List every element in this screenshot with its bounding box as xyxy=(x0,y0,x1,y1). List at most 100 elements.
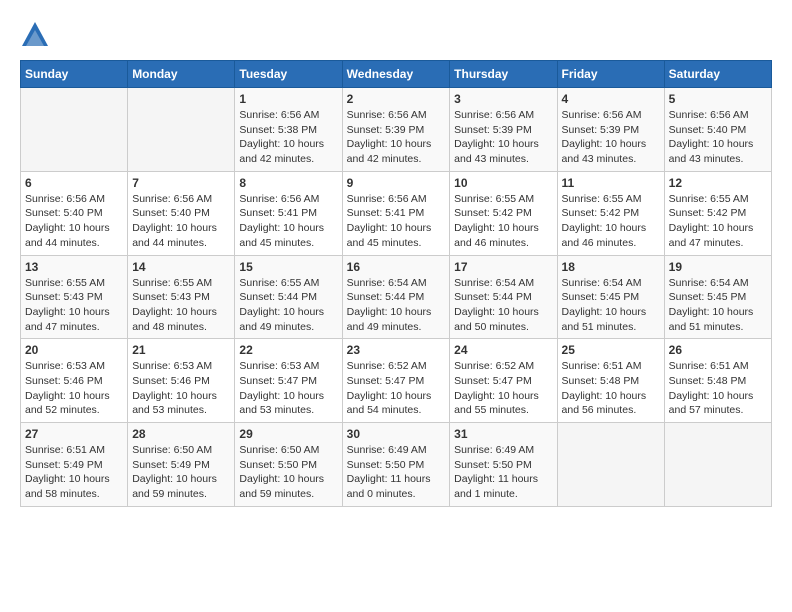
day-number: 13 xyxy=(25,260,123,274)
calendar-cell: 14 Sunrise: 6:55 AM Sunset: 5:43 PM Dayli… xyxy=(128,255,235,339)
day-number: 4 xyxy=(562,92,660,106)
day-info: Sunrise: 6:52 AM Sunset: 5:47 PM Dayligh… xyxy=(347,359,446,418)
day-info: Sunrise: 6:49 AM Sunset: 5:50 PM Dayligh… xyxy=(454,443,552,502)
calendar-cell: 5Sunrise: 6:56 AM Sunset: 5:40 PM Daylig… xyxy=(664,88,771,172)
calendar-cell: 29Sunrise: 6:50 AM Sunset: 5:50 PM Dayli… xyxy=(235,423,342,507)
calendar-cell: 6 Sunrise: 6:56 AM Sunset: 5:40 PM Daylig… xyxy=(21,171,128,255)
day-info: Sunrise: 6:51 AM Sunset: 5:48 PM Dayligh… xyxy=(669,359,767,418)
day-number: 19 xyxy=(669,260,767,274)
day-info: Sunrise: 6:56 AM Sunset: 5:40 PM Dayligh… xyxy=(132,192,230,251)
calendar-cell: 24 Sunrise: 6:52 AM Sunset: 5:47 PM Dayli… xyxy=(450,339,557,423)
calendar-cell: 31 Sunrise: 6:49 AM Sunset: 5:50 PM Dayli… xyxy=(450,423,557,507)
calendar-cell: 20 Sunrise: 6:53 AM Sunset: 5:46 PM Dayli… xyxy=(21,339,128,423)
day-number: 3 xyxy=(454,92,552,106)
weekday-header-tuesday: Tuesday xyxy=(235,61,342,88)
day-number: 27 xyxy=(25,427,123,441)
day-number: 28 xyxy=(132,427,230,441)
day-info: Sunrise: 6:56 AM Sunset: 5:39 PM Dayligh… xyxy=(347,108,446,167)
day-number: 16 xyxy=(347,260,446,274)
day-info: Sunrise: 6:51 AM Sunset: 5:49 PM Dayligh… xyxy=(25,443,123,502)
weekday-header-wednesday: Wednesday xyxy=(342,61,450,88)
logo xyxy=(20,20,54,50)
day-number: 6 xyxy=(25,176,123,190)
day-info: Sunrise: 6:56 AM Sunset: 5:41 PM Dayligh… xyxy=(239,192,337,251)
calendar-cell: 8 Sunrise: 6:56 AM Sunset: 5:41 PM Daylig… xyxy=(235,171,342,255)
day-number: 12 xyxy=(669,176,767,190)
logo-icon xyxy=(20,20,50,50)
day-info: Sunrise: 6:55 AM Sunset: 5:44 PM Dayligh… xyxy=(239,276,337,335)
calendar-cell: 25Sunrise: 6:51 AM Sunset: 5:48 PM Dayli… xyxy=(557,339,664,423)
day-info: Sunrise: 6:49 AM Sunset: 5:50 PM Dayligh… xyxy=(347,443,446,502)
day-number: 25 xyxy=(562,343,660,357)
calendar-cell: 30Sunrise: 6:49 AM Sunset: 5:50 PM Dayli… xyxy=(342,423,450,507)
week-row: 6 Sunrise: 6:56 AM Sunset: 5:40 PM Daylig… xyxy=(21,171,772,255)
day-info: Sunrise: 6:53 AM Sunset: 5:47 PM Dayligh… xyxy=(239,359,337,418)
day-info: Sunrise: 6:55 AM Sunset: 5:42 PM Dayligh… xyxy=(562,192,660,251)
day-number: 24 xyxy=(454,343,552,357)
calendar-cell xyxy=(557,423,664,507)
week-row: 13 Sunrise: 6:55 AM Sunset: 5:43 PM Dayli… xyxy=(21,255,772,339)
day-info: Sunrise: 6:56 AM Sunset: 5:40 PM Dayligh… xyxy=(25,192,123,251)
day-info: Sunrise: 6:54 AM Sunset: 5:44 PM Dayligh… xyxy=(347,276,446,335)
day-number: 8 xyxy=(239,176,337,190)
day-number: 23 xyxy=(347,343,446,357)
week-row: 1Sunrise: 6:56 AM Sunset: 5:38 PM Daylig… xyxy=(21,88,772,172)
day-number: 20 xyxy=(25,343,123,357)
day-number: 29 xyxy=(239,427,337,441)
day-number: 18 xyxy=(562,260,660,274)
day-number: 31 xyxy=(454,427,552,441)
day-info: Sunrise: 6:55 AM Sunset: 5:43 PM Dayligh… xyxy=(132,276,230,335)
day-info: Sunrise: 6:53 AM Sunset: 5:46 PM Dayligh… xyxy=(132,359,230,418)
week-row: 20 Sunrise: 6:53 AM Sunset: 5:46 PM Dayli… xyxy=(21,339,772,423)
calendar-cell xyxy=(128,88,235,172)
calendar-cell: 18 Sunrise: 6:54 AM Sunset: 5:45 PM Dayli… xyxy=(557,255,664,339)
day-number: 15 xyxy=(239,260,337,274)
day-number: 1 xyxy=(239,92,337,106)
weekday-header-monday: Monday xyxy=(128,61,235,88)
day-info: Sunrise: 6:54 AM Sunset: 5:44 PM Dayligh… xyxy=(454,276,552,335)
day-info: Sunrise: 6:54 AM Sunset: 5:45 PM Dayligh… xyxy=(562,276,660,335)
calendar-body: 1Sunrise: 6:56 AM Sunset: 5:38 PM Daylig… xyxy=(21,88,772,507)
calendar-cell: 4 Sunrise: 6:56 AM Sunset: 5:39 PM Daylig… xyxy=(557,88,664,172)
day-info: Sunrise: 6:53 AM Sunset: 5:46 PM Dayligh… xyxy=(25,359,123,418)
day-info: Sunrise: 6:56 AM Sunset: 5:40 PM Dayligh… xyxy=(669,108,767,167)
day-info: Sunrise: 6:55 AM Sunset: 5:43 PM Dayligh… xyxy=(25,276,123,335)
calendar-cell: 1Sunrise: 6:56 AM Sunset: 5:38 PM Daylig… xyxy=(235,88,342,172)
calendar-table: SundayMondayTuesdayWednesdayThursdayFrid… xyxy=(20,60,772,507)
calendar-cell: 16 Sunrise: 6:54 AM Sunset: 5:44 PM Dayli… xyxy=(342,255,450,339)
day-number: 10 xyxy=(454,176,552,190)
day-number: 26 xyxy=(669,343,767,357)
day-info: Sunrise: 6:56 AM Sunset: 5:41 PM Dayligh… xyxy=(347,192,446,251)
week-row: 27 Sunrise: 6:51 AM Sunset: 5:49 PM Dayli… xyxy=(21,423,772,507)
day-number: 11 xyxy=(562,176,660,190)
calendar-cell xyxy=(664,423,771,507)
calendar-cell: 10Sunrise: 6:55 AM Sunset: 5:42 PM Dayli… xyxy=(450,171,557,255)
day-info: Sunrise: 6:54 AM Sunset: 5:45 PM Dayligh… xyxy=(669,276,767,335)
day-info: Sunrise: 6:56 AM Sunset: 5:39 PM Dayligh… xyxy=(454,108,552,167)
calendar-cell: 2 Sunrise: 6:56 AM Sunset: 5:39 PM Daylig… xyxy=(342,88,450,172)
calendar-cell: 28 Sunrise: 6:50 AM Sunset: 5:49 PM Dayli… xyxy=(128,423,235,507)
calendar-header: SundayMondayTuesdayWednesdayThursdayFrid… xyxy=(21,61,772,88)
calendar-cell xyxy=(21,88,128,172)
weekday-row: SundayMondayTuesdayWednesdayThursdayFrid… xyxy=(21,61,772,88)
page-header xyxy=(20,20,772,50)
day-number: 7 xyxy=(132,176,230,190)
weekday-header-thursday: Thursday xyxy=(450,61,557,88)
calendar-cell: 12Sunrise: 6:55 AM Sunset: 5:42 PM Dayli… xyxy=(664,171,771,255)
calendar-cell: 21Sunrise: 6:53 AM Sunset: 5:46 PM Dayli… xyxy=(128,339,235,423)
calendar-cell: 19 Sunrise: 6:54 AM Sunset: 5:45 PM Dayli… xyxy=(664,255,771,339)
day-number: 14 xyxy=(132,260,230,274)
weekday-header-saturday: Saturday xyxy=(664,61,771,88)
calendar-cell: 17Sunrise: 6:54 AM Sunset: 5:44 PM Dayli… xyxy=(450,255,557,339)
day-number: 9 xyxy=(347,176,446,190)
day-number: 22 xyxy=(239,343,337,357)
day-info: Sunrise: 6:56 AM Sunset: 5:39 PM Dayligh… xyxy=(562,108,660,167)
day-info: Sunrise: 6:50 AM Sunset: 5:49 PM Dayligh… xyxy=(132,443,230,502)
day-info: Sunrise: 6:52 AM Sunset: 5:47 PM Dayligh… xyxy=(454,359,552,418)
calendar-cell: 9 Sunrise: 6:56 AM Sunset: 5:41 PM Daylig… xyxy=(342,171,450,255)
day-number: 2 xyxy=(347,92,446,106)
calendar-cell: 23 Sunrise: 6:52 AM Sunset: 5:47 PM Dayli… xyxy=(342,339,450,423)
calendar-cell: 22 Sunrise: 6:53 AM Sunset: 5:47 PM Dayli… xyxy=(235,339,342,423)
calendar-cell: 27 Sunrise: 6:51 AM Sunset: 5:49 PM Dayli… xyxy=(21,423,128,507)
calendar-cell: 13 Sunrise: 6:55 AM Sunset: 5:43 PM Dayli… xyxy=(21,255,128,339)
